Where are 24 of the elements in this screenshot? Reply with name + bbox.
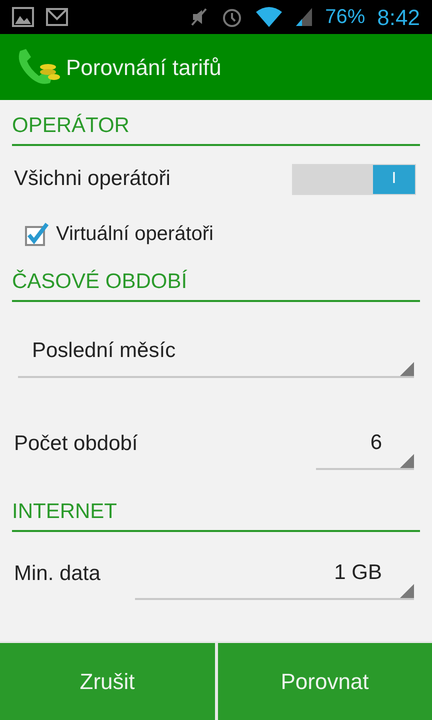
alarm-icon: [221, 6, 244, 28]
value-dropdown[interactable]: 6: [316, 418, 414, 470]
setting-label: Počet období: [14, 431, 138, 458]
dropdown-corner-icon: [400, 454, 414, 468]
section-header: INTERNET: [12, 486, 420, 532]
picture-icon: [12, 7, 34, 27]
clock: 8:42: [377, 4, 420, 32]
checkbox[interactable]: [24, 221, 50, 247]
wifi-icon: [255, 6, 284, 28]
value-dropdown[interactable]: 1 GB: [135, 548, 414, 600]
signal-icon: [295, 7, 314, 27]
checkbox-label: Virtuální operátoři: [56, 222, 214, 247]
dropdown-corner-icon: [400, 584, 414, 598]
mail-icon: [46, 8, 68, 26]
section-header: ČASOVÉ OBDOBÍ: [12, 256, 420, 302]
app-title: Porovnání tarifů: [66, 54, 222, 82]
period-dropdown[interactable]: Poslední měsíc: [18, 326, 414, 378]
section-header: OPERÁTOR: [12, 100, 420, 146]
setting-label: Min. data: [14, 561, 100, 588]
setting-label: Všichni operátoři: [14, 166, 170, 192]
muted-speaker-icon: [189, 7, 210, 27]
dropdown-corner-icon: [400, 362, 414, 376]
battery-level: 76%: [325, 5, 366, 30]
phone-coins-icon: [16, 47, 60, 87]
